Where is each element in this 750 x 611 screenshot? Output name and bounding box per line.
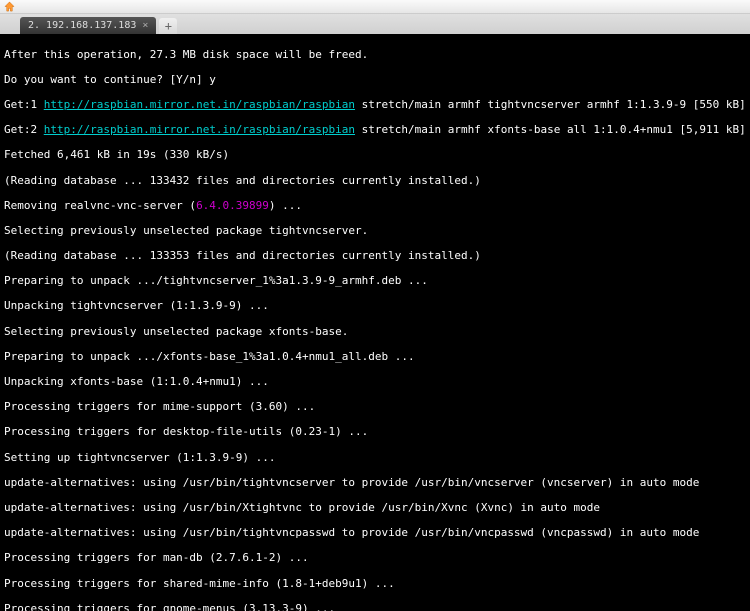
toolbar <box>0 0 750 14</box>
term-line: Processing triggers for gnome-menus (3.1… <box>4 603 746 611</box>
term-line: Do you want to continue? [Y/n] y <box>4 74 746 87</box>
term-line: Processing triggers for shared-mime-info… <box>4 578 746 591</box>
term-line: update-alternatives: using /usr/bin/tigh… <box>4 527 746 540</box>
term-line: Processing triggers for man-db (2.7.6.1-… <box>4 552 746 565</box>
term-line: (Reading database ... 133353 files and d… <box>4 250 746 263</box>
term-line: Unpacking xfonts-base (1:1.0.4+nmu1) ... <box>4 376 746 389</box>
term-line: Get:2 http://raspbian.mirror.net.in/rasp… <box>4 124 746 137</box>
url-link: http://raspbian.mirror.net.in/raspbian/r… <box>44 98 355 111</box>
home-icon[interactable] <box>3 1 15 13</box>
term-line: Setting up tightvncserver (1:1.3.9-9) ..… <box>4 452 746 465</box>
tab-bar: 2. 192.168.137.183 × + <box>0 14 750 34</box>
tab-title: 2. 192.168.137.183 <box>28 20 136 31</box>
plus-icon: + <box>165 19 172 33</box>
term-line: Get:1 http://raspbian.mirror.net.in/rasp… <box>4 99 746 112</box>
term-line: (Reading database ... 133432 files and d… <box>4 175 746 188</box>
term-line: Fetched 6,461 kB in 19s (330 kB/s) <box>4 149 746 162</box>
term-line: Processing triggers for mime-support (3.… <box>4 401 746 414</box>
term-line: Selecting previously unselected package … <box>4 225 746 238</box>
term-line: update-alternatives: using /usr/bin/Xtig… <box>4 502 746 515</box>
term-line: Removing realvnc-vnc-server (6.4.0.39899… <box>4 200 746 213</box>
term-line: update-alternatives: using /usr/bin/tigh… <box>4 477 746 490</box>
term-line: Unpacking tightvncserver (1:1.3.9-9) ... <box>4 300 746 313</box>
term-line: Preparing to unpack .../tightvncserver_1… <box>4 275 746 288</box>
term-line: Preparing to unpack .../xfonts-base_1%3a… <box>4 351 746 364</box>
term-line: Processing triggers for desktop-file-uti… <box>4 426 746 439</box>
tab-add-button[interactable]: + <box>159 18 177 34</box>
term-line: Selecting previously unselected package … <box>4 326 746 339</box>
terminal-output[interactable]: After this operation, 27.3 MB disk space… <box>0 34 750 611</box>
tab-active[interactable]: 2. 192.168.137.183 × <box>20 17 156 34</box>
term-line: After this operation, 27.3 MB disk space… <box>4 49 746 62</box>
close-icon[interactable]: × <box>142 20 148 31</box>
url-link: http://raspbian.mirror.net.in/raspbian/r… <box>44 123 355 136</box>
